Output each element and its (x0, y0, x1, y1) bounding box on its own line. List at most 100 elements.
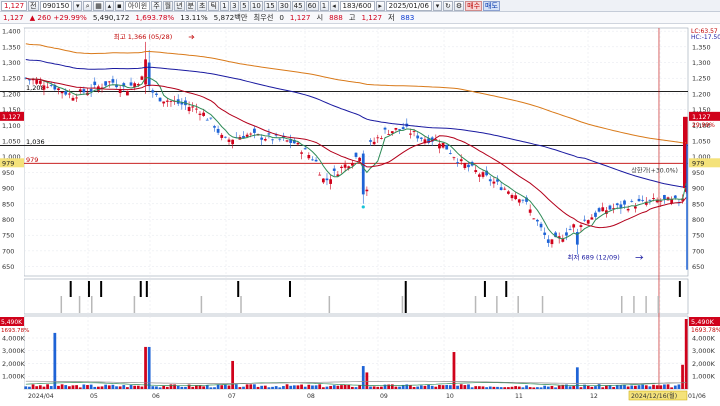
price-tick-label: 950 (692, 169, 704, 177)
minute-tab-8[interactable]: 1 (319, 0, 329, 11)
code-dropdown-icon[interactable]: ▾ (73, 0, 83, 11)
range-field[interactable]: 183/600 (339, 0, 375, 11)
volume-bar (383, 384, 387, 389)
volume-bar (129, 385, 133, 389)
arrow-up-icon[interactable]: ▴ (104, 0, 114, 11)
period-tab-4[interactable]: 초 (197, 0, 208, 11)
volume-tick-label-left: 3,000K (2, 347, 26, 355)
volume-bar (517, 386, 521, 389)
candle-body (78, 89, 82, 91)
grid-icon[interactable]: ▦ (93, 0, 104, 11)
signal-bar-grey (328, 296, 331, 313)
signal-bar-grey (645, 296, 647, 313)
candle-body (503, 188, 507, 190)
refresh-icon[interactable]: ↻ (442, 0, 453, 11)
settings-icon[interactable]: ⚙ (453, 0, 465, 11)
minute-tab-1[interactable]: 3 (229, 0, 239, 11)
market-toggle[interactable]: 전 (28, 0, 39, 11)
volume-tick-label: 2,000K (692, 360, 716, 368)
date-field[interactable]: 2025/01/06 (385, 0, 432, 11)
candle-body (227, 139, 231, 142)
open-price: 1,127 (289, 13, 311, 22)
stock-chart[interactable]: 1,4001,4001,3501,3501,3001,3001,2501,250… (0, 24, 720, 404)
candle-body (340, 166, 343, 169)
volume-bar (448, 385, 452, 389)
candle-body (169, 101, 173, 102)
magnifier-icon[interactable]: ⌕ (83, 0, 93, 11)
calendar-icon[interactable]: ▾ (432, 0, 442, 11)
volume-tick-label: 3,000K (692, 347, 716, 355)
candle-body (394, 127, 398, 130)
candle-body (155, 93, 158, 95)
minute-tab-5[interactable]: 30 (277, 0, 291, 11)
candle-body (507, 191, 510, 194)
volume-bar (223, 384, 227, 389)
minute-tab-2[interactable]: 5 (239, 0, 249, 11)
candle-body (463, 163, 467, 169)
signal-bar-grey (541, 296, 544, 313)
candle-body (514, 195, 518, 200)
period-tab-0[interactable]: 주 (151, 0, 162, 11)
volume-bar (289, 385, 293, 389)
candle-body (303, 148, 307, 150)
price-tick-label: 1,300 (692, 59, 711, 67)
volume-bar (597, 384, 601, 389)
buy-button[interactable]: 매수 (465, 0, 483, 11)
volume-bar (601, 387, 605, 389)
volume-bar (140, 386, 144, 389)
stock-code-input[interactable]: 090150 (39, 0, 73, 11)
volume-bar (242, 386, 245, 389)
candle-body (126, 91, 129, 96)
candle-body (390, 131, 394, 134)
candle-body (517, 199, 521, 203)
sell-button[interactable]: 매도 (483, 0, 500, 11)
price-tick-label-left: 700 (2, 247, 14, 255)
chart-svg[interactable]: 1,4001,4001,3501,3501,3001,3001,2501,250… (0, 24, 720, 404)
reference-line-label: 1,036 (26, 138, 45, 146)
candle-body (481, 172, 485, 177)
volume-bar (180, 386, 184, 389)
right-price-change-label: 29.99% (692, 122, 715, 129)
candle-body (71, 97, 75, 101)
minute-tab-7[interactable]: 60 (305, 0, 319, 11)
volume-bar (78, 387, 82, 389)
minute-tab-6[interactable]: 45 (291, 0, 305, 11)
x-tick-label: 10 (446, 393, 454, 400)
minute-tab-0[interactable]: 1 (219, 0, 229, 11)
volume-bar (670, 387, 674, 389)
volume-bar (358, 385, 362, 389)
volume-bar (634, 385, 637, 389)
volume-bar (369, 386, 372, 389)
period-tab-1[interactable]: 월 (162, 0, 174, 11)
lock-icon[interactable]: ▪ (114, 0, 124, 11)
minute-tab-3[interactable]: 10 (249, 0, 263, 11)
signal-bar-black (288, 281, 291, 297)
volume-bar (307, 384, 311, 389)
period-tab-3[interactable]: 분 (185, 0, 196, 11)
candle-body (60, 91, 64, 94)
candle-body (140, 76, 144, 80)
volume-bar (507, 387, 510, 389)
prev-icon[interactable]: ◂ (329, 0, 339, 11)
candle-body (409, 133, 412, 135)
volume-bar (521, 387, 525, 389)
candle-body (307, 155, 311, 159)
minute-tab-4[interactable]: 15 (263, 0, 277, 11)
period-tab-5[interactable]: 틱 (208, 0, 219, 11)
candle-body (412, 131, 416, 132)
period-tab-2[interactable]: 년 (174, 0, 185, 11)
volume-bar (278, 387, 282, 389)
volume-bar (652, 384, 655, 389)
candle-body (271, 139, 274, 141)
volume-bar (496, 386, 499, 389)
next-icon[interactable]: ▸ (375, 0, 385, 11)
signal-bar-grey (91, 296, 93, 313)
candle-body (165, 100, 169, 102)
volume-bar (514, 386, 518, 389)
volume-bar (336, 385, 340, 389)
volume-bar (673, 385, 677, 389)
volume-bar (115, 386, 118, 389)
volume-bar (271, 386, 274, 389)
volume-bar (67, 386, 71, 389)
volume-bar (93, 386, 97, 389)
